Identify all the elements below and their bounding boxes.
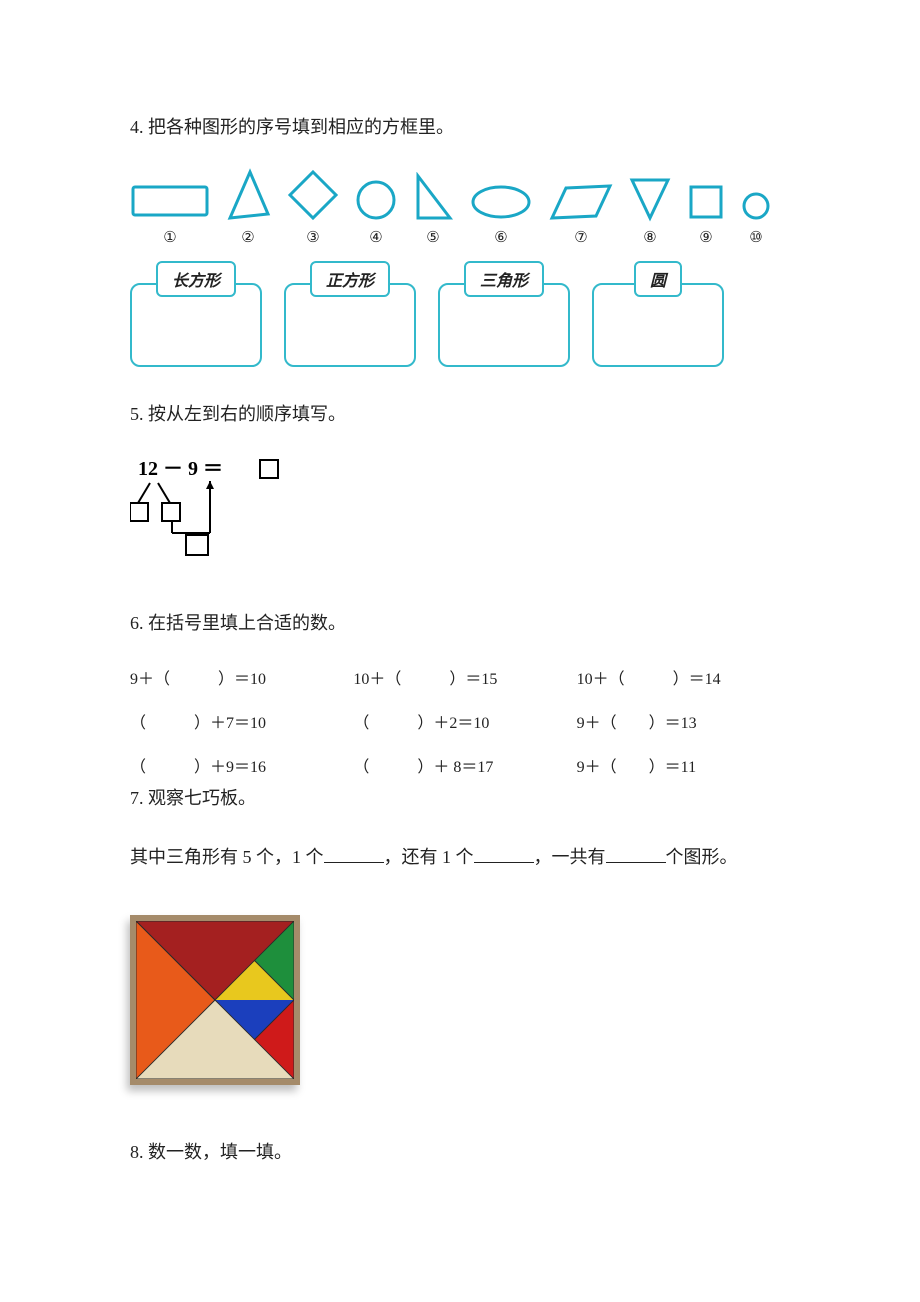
triangle-icon — [224, 168, 272, 222]
q4-shape-4: ④ — [354, 178, 398, 247]
q4-shape-9: ⑨ — [686, 182, 726, 247]
q4-box-rectangle: 长方形 — [130, 261, 262, 367]
q7-blank-1[interactable] — [324, 844, 384, 863]
q4-shape-6: ⑥ — [468, 182, 534, 247]
q4-shape-1: ① — [130, 182, 210, 247]
q4-label-4: ④ — [369, 228, 382, 247]
q4-shape-3: ③ — [286, 168, 340, 247]
q7-prompt: 7. 观察七巧板。 — [130, 781, 790, 815]
q5-prompt: 5. 按从左到右的顺序填写。 — [130, 397, 790, 431]
q6-r3c1[interactable]: （ ）＋9＝16 — [130, 753, 343, 777]
q7-sentence: 其中三角形有 5 个，1 个 ，还有 1 个 ，一共有 个图形。 — [130, 839, 790, 875]
rectangle-icon — [130, 182, 210, 222]
q4-shape-2: ② — [224, 168, 272, 247]
q4-shape-8: ⑧ — [628, 174, 672, 247]
q7-blank-2[interactable] — [474, 844, 534, 863]
q6-r3c3[interactable]: 9＋（ ）＝11 — [577, 753, 790, 777]
q8-prompt: 8. 数一数，填一填。 — [130, 1135, 790, 1169]
q7-mid1: ，还有 1 个 — [384, 847, 474, 867]
q4-box-triangle: 三角形 — [438, 261, 570, 367]
q4-box-label-3: 三角形 — [464, 261, 544, 297]
q4-box-label-1: 长方形 — [156, 261, 236, 297]
q6-grid: 9＋（ ）＝10 10＋（ ）＝15 10＋（ ）＝14 （ ）＋7＝10 （ … — [130, 665, 790, 777]
q4-prompt: 4. 把各种图形的序号填到相应的方框里。 — [130, 110, 790, 144]
q4-shapes-row: ① ② ③ ④ ⑤ — [130, 168, 790, 247]
circle-icon — [354, 178, 398, 222]
q7-pre: 其中三角形有 5 个，1 个 — [130, 847, 324, 867]
small-circle-icon — [740, 190, 772, 222]
q7-post: 个图形。 — [666, 847, 738, 867]
q4-label-8: ⑧ — [643, 228, 656, 247]
q6-r1c2[interactable]: 10＋（ ）＝15 — [353, 665, 566, 689]
parallelogram-icon — [548, 182, 614, 222]
q4-box-label-2: 正方形 — [310, 261, 390, 297]
q6-r2c3[interactable]: 9＋（ ）＝13 — [577, 709, 790, 733]
svg-text:12 － 9 ＝: 12 － 9 ＝ — [138, 458, 223, 480]
q6-r2c1[interactable]: （ ）＋7＝10 — [130, 709, 343, 733]
tangram-svg — [136, 921, 294, 1079]
q4-shape-7: ⑦ — [548, 182, 614, 247]
q4-shape-5: ⑤ — [412, 172, 454, 247]
q4-label-3: ③ — [306, 228, 319, 247]
q6-prompt: 6. 在括号里填上合适的数。 — [130, 606, 790, 640]
q6-r1c1[interactable]: 9＋（ ）＝10 — [130, 665, 343, 689]
q7-mid2: ，一共有 — [534, 847, 606, 867]
q7-blank-3[interactable] — [606, 844, 666, 863]
q5-diagram: 12 － 9 ＝ — [130, 455, 790, 570]
tangram-figure — [130, 915, 300, 1085]
q4-label-6: ⑥ — [494, 228, 507, 247]
q4-box-circle: 圆 — [592, 261, 724, 367]
inverted-triangle-icon — [628, 174, 672, 222]
q4-label-7: ⑦ — [574, 228, 587, 247]
q4-label-5: ⑤ — [426, 228, 439, 247]
q4-shape-10: ⑩ — [740, 190, 772, 247]
q6-r1c3[interactable]: 10＋（ ）＝14 — [577, 665, 790, 689]
q4-label-9: ⑨ — [699, 228, 712, 247]
square-icon — [686, 182, 726, 222]
q6-r2c2[interactable]: （ ）＋2＝10 — [353, 709, 566, 733]
q4-box-square: 正方形 — [284, 261, 416, 367]
diamond-square-icon — [286, 168, 340, 222]
q4-label-2: ② — [241, 228, 254, 247]
q4-box-label-4: 圆 — [634, 261, 682, 297]
q5-svg: 12 － 9 ＝ — [130, 455, 320, 565]
worksheet-page: 4. 把各种图形的序号填到相应的方框里。 ① ② ③ — [0, 0, 920, 1253]
ellipse-icon — [468, 182, 534, 222]
q4-label-10: ⑩ — [749, 228, 762, 247]
q6-r3c2[interactable]: （ ）＋ 8＝17 — [353, 753, 566, 777]
q4-boxes-row: 长方形 正方形 三角形 圆 — [130, 261, 790, 367]
q4-label-1: ① — [163, 228, 176, 247]
right-triangle-icon — [412, 172, 454, 222]
